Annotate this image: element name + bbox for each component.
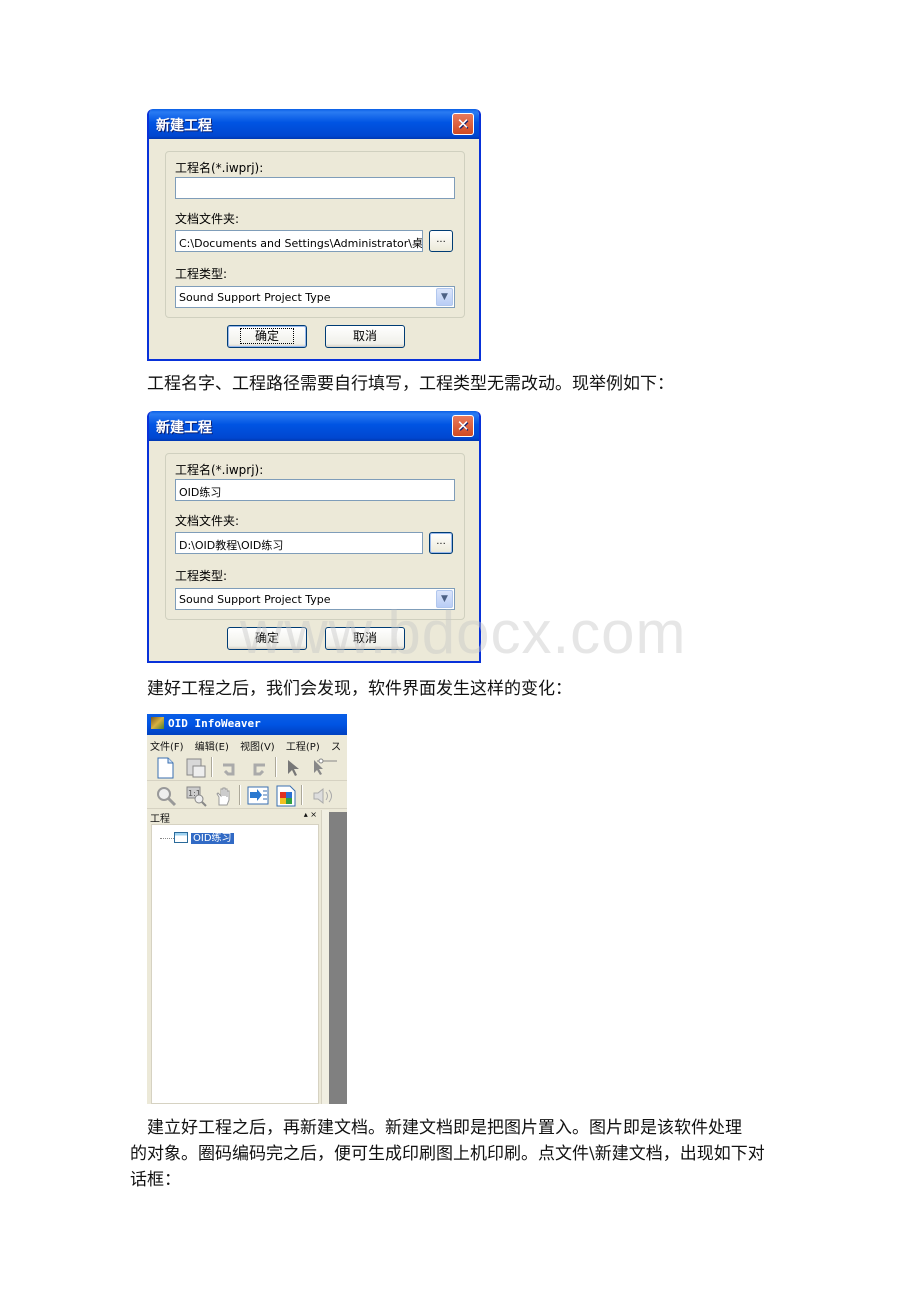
- project-panel-header: 工程 ▴ ×: [147, 810, 321, 825]
- app-title-bar: OID InfoWeaver: [147, 714, 347, 735]
- paragraph-3-line-2: 的对象。圈码编码完之后，便可生成印刷图上机印刷。点文件\新建文档，出现如下对: [130, 1144, 765, 1164]
- add-point-icon[interactable]: [311, 757, 337, 777]
- folder-label: 文档文件夹:: [175, 212, 240, 226]
- watermark: www.bdocx.com: [240, 599, 687, 666]
- undo-icon[interactable]: [219, 757, 239, 777]
- close-icon[interactable]: ✕: [452, 415, 474, 437]
- sound-icon[interactable]: [311, 785, 332, 805]
- paragraph-2: 建好工程之后，我们会发现，软件界面发生这样的变化：: [147, 679, 572, 699]
- color-icon[interactable]: [275, 785, 296, 807]
- folder-input[interactable]: D:\OID教程\OID练习: [175, 532, 423, 554]
- zoom-actual-icon[interactable]: 1:1: [185, 785, 207, 807]
- workspace-area: [329, 812, 347, 1104]
- new-document-icon[interactable]: [155, 757, 175, 779]
- project-tree: OID练习: [151, 824, 319, 1104]
- app-logo-icon: [151, 717, 164, 729]
- project-node-icon: [174, 832, 188, 843]
- menu-file[interactable]: 文件(F): [150, 742, 184, 753]
- folder-input[interactable]: C:\Documents and Settings\Administrator\…: [175, 230, 423, 252]
- import-icon[interactable]: [247, 785, 269, 805]
- toolbar-2: 1:1: [147, 781, 347, 809]
- menu-project[interactable]: 工程(P): [286, 742, 320, 753]
- cancel-button[interactable]: 取消: [325, 325, 405, 348]
- panel-splitter[interactable]: [321, 810, 329, 1104]
- project-type-value: Sound Support Project Type: [179, 291, 331, 304]
- menu-bar: 文件(F) 编辑(E) 视图(V) 工程(P) ス: [147, 735, 347, 753]
- toolbar-1: [147, 753, 347, 781]
- chevron-down-icon[interactable]: ▼: [436, 288, 453, 306]
- tree-node-project[interactable]: OID练习: [160, 829, 234, 844]
- dialog-title: 新建工程: [156, 118, 212, 134]
- redo-icon[interactable]: [247, 757, 267, 777]
- project-type-label: 工程类型:: [175, 267, 228, 281]
- dialog-title-bar: 新建工程 ✕: [149, 109, 479, 139]
- menu-more[interactable]: ス: [331, 742, 341, 753]
- project-name-input[interactable]: OID练习: [175, 479, 455, 501]
- project-type-label: 工程类型:: [175, 569, 228, 583]
- new-project-dialog-empty: 新建工程 ✕ 工程名(*.iwprj): 文档文件夹: C:\Documents…: [147, 109, 481, 361]
- save-icon[interactable]: [185, 757, 206, 778]
- browse-button[interactable]: ...: [429, 230, 453, 252]
- paragraph-3-line-1: 建立好工程之后，再新建文档。新建文档即是把图片置入。图片即是该软件处理: [147, 1118, 742, 1138]
- infoweaver-window: OID InfoWeaver 文件(F) 编辑(E) 视图(V) 工程(P) ス: [147, 714, 347, 1104]
- tree-node-label: OID练习: [191, 833, 234, 844]
- menu-edit[interactable]: 编辑(E): [195, 742, 229, 753]
- hand-icon[interactable]: [213, 785, 233, 806]
- paragraph-1: 工程名字、工程路径需要自行填写，工程类型无需改动。现举例如下：: [147, 374, 674, 394]
- menu-view[interactable]: 视图(V): [240, 742, 275, 753]
- zoom-icon[interactable]: [155, 785, 177, 807]
- app-title: OID InfoWeaver: [168, 717, 261, 730]
- project-name-input[interactable]: [175, 177, 455, 199]
- panel-pin-close-icons[interactable]: ▴ ×: [304, 810, 317, 819]
- folder-label: 文档文件夹:: [175, 514, 240, 528]
- browse-button[interactable]: ...: [429, 532, 453, 554]
- dialog-title-bar: 新建工程 ✕: [149, 411, 479, 441]
- ok-button[interactable]: 确定: [227, 325, 307, 348]
- project-type-select[interactable]: Sound Support Project Type ▼: [175, 286, 455, 308]
- close-icon[interactable]: ✕: [452, 113, 474, 135]
- dialog-title: 新建工程: [156, 420, 212, 436]
- pointer-icon[interactable]: [285, 757, 305, 777]
- project-name-label: 工程名(*.iwprj):: [175, 161, 264, 175]
- project-name-label: 工程名(*.iwprj):: [175, 463, 264, 477]
- paragraph-3-line-3: 话框：: [130, 1170, 181, 1190]
- ok-label: 确定: [239, 328, 295, 344]
